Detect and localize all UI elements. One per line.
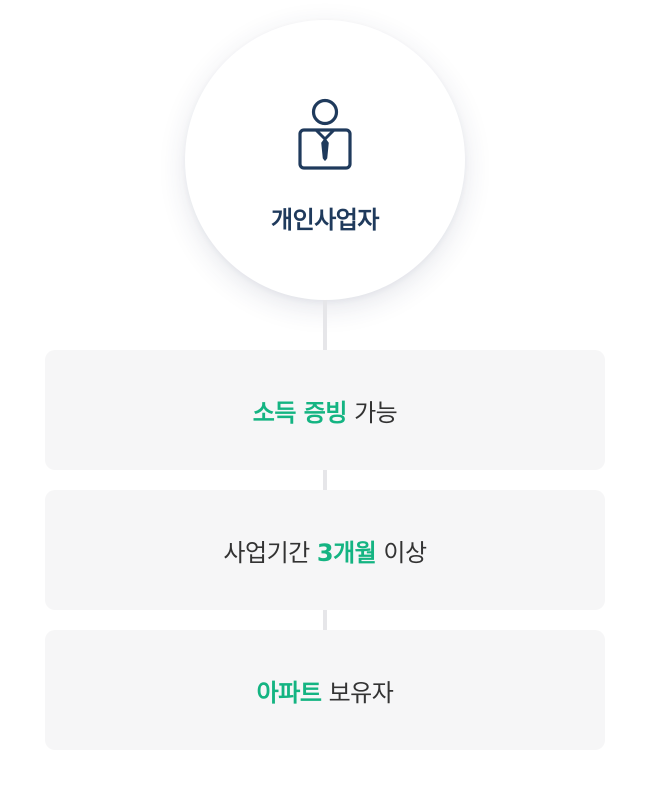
- connector-line: [323, 300, 327, 350]
- requirement-highlight: 3개월: [316, 538, 377, 567]
- requirement-highlight: 아파트: [256, 678, 322, 707]
- requirement-suffix: 이상: [383, 538, 427, 567]
- profile-circle: 개인사업자: [185, 20, 465, 300]
- requirement-highlight: 소득 증빙: [252, 398, 348, 427]
- connector-line: [323, 470, 327, 490]
- requirement-card-business-period: 사업기간 3개월 이상: [45, 490, 605, 610]
- requirement-card-apartment-owner: 아파트 보유자: [45, 630, 605, 750]
- businessman-icon: [298, 98, 352, 170]
- profile-title: 개인사업자: [271, 206, 379, 234]
- requirement-suffix: 보유자: [328, 678, 394, 707]
- requirement-card-income-proof: 소득 증빙 가능: [45, 350, 605, 470]
- connector-line: [323, 610, 327, 630]
- requirement-prefix: 사업기간: [223, 538, 310, 567]
- requirement-suffix: 가능: [354, 398, 398, 427]
